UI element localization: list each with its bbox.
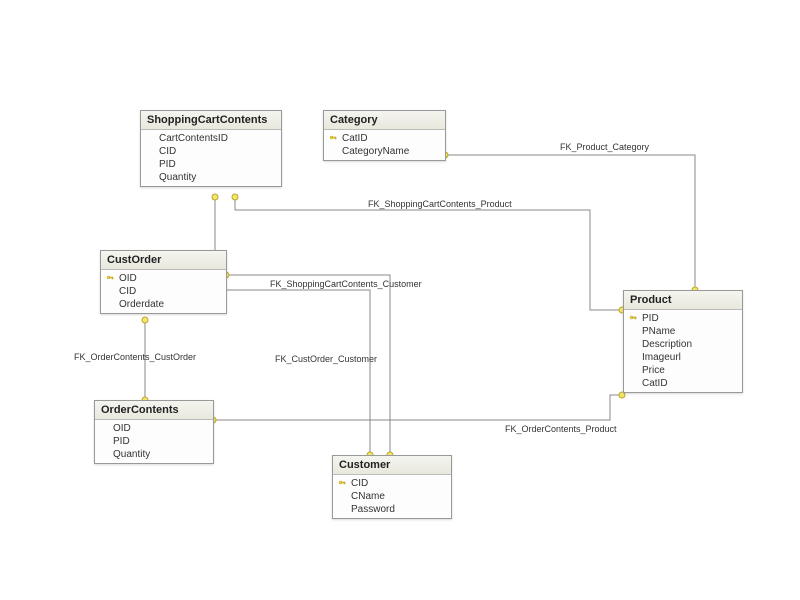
entity-title: CustOrder [101, 251, 226, 270]
field-name: PID [111, 436, 130, 447]
rel-label-ordercontents-custorder: FK_OrderContents_CustOrder [74, 352, 196, 362]
entity-fields: CID CName Password [333, 475, 451, 518]
field-name: CatID [340, 133, 368, 144]
field-row[interactable]: CName [333, 490, 451, 503]
field-name: PID [157, 159, 176, 170]
field-name: Password [349, 504, 395, 515]
entity-shoppingcartcontents[interactable]: ShoppingCartContents CartContentsID CID PI… [140, 110, 282, 187]
field-name: CID [349, 478, 368, 489]
entity-title: Customer [333, 456, 451, 475]
entity-title: OrderContents [95, 401, 213, 420]
field-row[interactable]: PID [95, 435, 213, 448]
rel-label-ordercontents-product: FK_OrderContents_Product [505, 424, 617, 434]
field-name: CID [117, 286, 136, 297]
field-row[interactable]: Description [624, 338, 742, 351]
entity-fields: CatID CategoryName [324, 130, 445, 160]
field-row[interactable]: Quantity [95, 448, 213, 461]
field-name: Price [640, 365, 665, 376]
field-row[interactable]: Orderdate [101, 298, 226, 311]
entity-customer[interactable]: Customer CID CName Password [332, 455, 452, 519]
primary-key-icon [626, 315, 640, 323]
entity-fields: CartContentsID CID PID Quantity [141, 130, 281, 186]
field-row[interactable]: CID [141, 145, 281, 158]
field-row[interactable]: Imageurl [624, 351, 742, 364]
field-row[interactable]: OID [101, 272, 226, 285]
rel-label-scc-product: FK_ShoppingCartContents_Product [368, 199, 512, 209]
field-row[interactable]: CategoryName [324, 145, 445, 158]
field-name: PID [640, 313, 659, 324]
primary-key-icon [103, 275, 117, 283]
primary-key-icon [335, 480, 349, 488]
field-name: PName [640, 326, 675, 337]
entity-title: Category [324, 111, 445, 130]
field-name: OID [117, 273, 137, 284]
field-name: CName [349, 491, 385, 502]
field-name: Quantity [111, 449, 150, 460]
field-row[interactable]: PName [624, 325, 742, 338]
field-row[interactable]: PID [141, 158, 281, 171]
rel-label-custorder-customer: FK_CustOrder_Customer [275, 354, 377, 364]
field-name: OID [111, 423, 131, 434]
entity-product[interactable]: Product PID PName Description Imageurl Price… [623, 290, 743, 393]
entity-category[interactable]: Category CatID CategoryName [323, 110, 446, 161]
field-row[interactable]: PID [624, 312, 742, 325]
field-name: CartContentsID [157, 133, 228, 144]
field-row[interactable]: Price [624, 364, 742, 377]
entity-title: Product [624, 291, 742, 310]
entity-custorder[interactable]: CustOrder OID CID Orderdate [100, 250, 227, 314]
rel-label-product-category: FK_Product_Category [560, 142, 649, 152]
field-name: Orderdate [117, 299, 164, 310]
field-row[interactable]: CID [333, 477, 451, 490]
entity-fields: PID PName Description Imageurl Price CatID [624, 310, 742, 392]
field-name: Quantity [157, 172, 196, 183]
field-row[interactable]: Quantity [141, 171, 281, 184]
field-row[interactable]: CID [101, 285, 226, 298]
field-row[interactable]: OID [95, 422, 213, 435]
entity-ordercontents[interactable]: OrderContents OID PID Quantity [94, 400, 214, 464]
primary-key-icon [326, 135, 340, 143]
field-row[interactable]: CatID [324, 132, 445, 145]
entity-title: ShoppingCartContents [141, 111, 281, 130]
field-row[interactable]: CartContentsID [141, 132, 281, 145]
field-name: CID [157, 146, 176, 157]
field-name: Description [640, 339, 692, 350]
entity-fields: OID PID Quantity [95, 420, 213, 463]
rel-label-scc-customer: FK_ShoppingCartContents_Customer [270, 279, 422, 289]
field-name: CategoryName [340, 146, 409, 157]
field-row[interactable]: CatID [624, 377, 742, 390]
field-name: Imageurl [640, 352, 681, 363]
field-row[interactable]: Password [333, 503, 451, 516]
entity-fields: OID CID Orderdate [101, 270, 226, 313]
field-name: CatID [640, 378, 668, 389]
